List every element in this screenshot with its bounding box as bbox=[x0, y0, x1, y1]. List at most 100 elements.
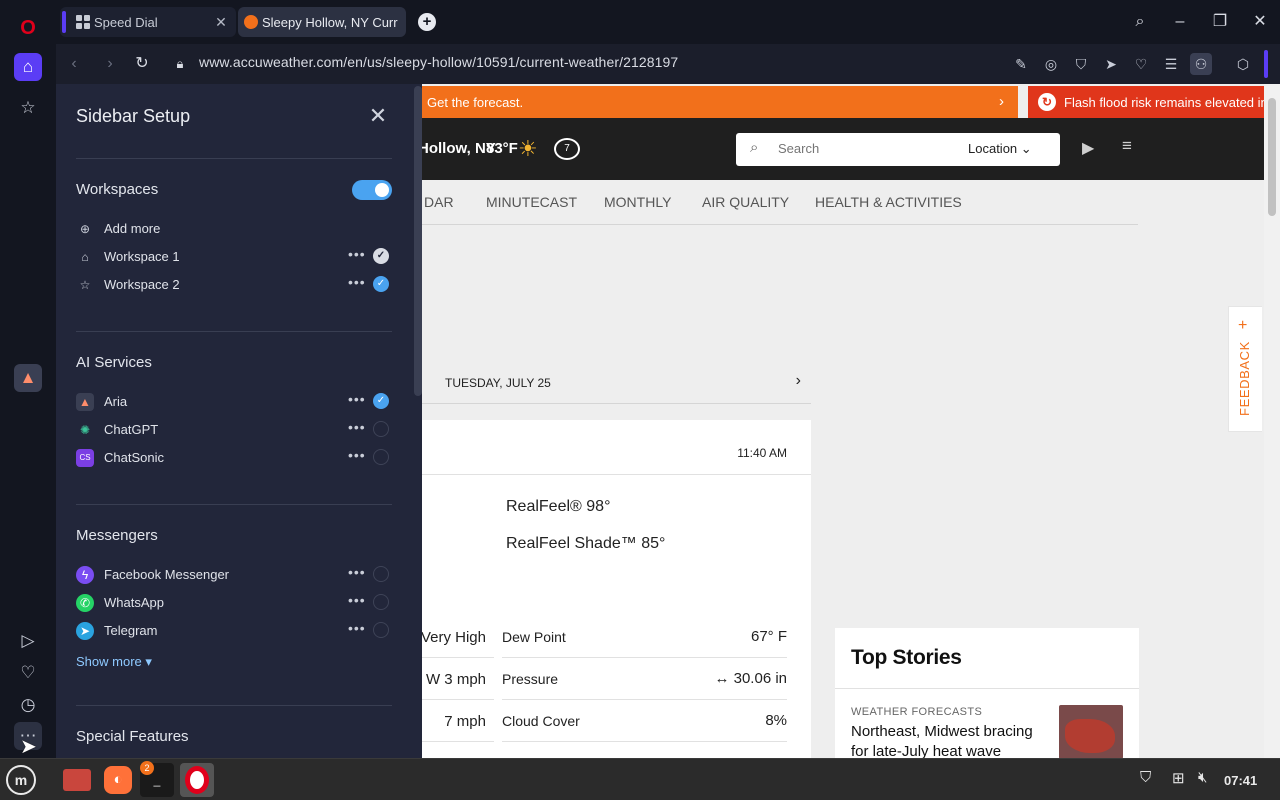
bookmarks-heart-icon[interactable]: ♡ bbox=[14, 659, 42, 687]
checkbox-circle[interactable] bbox=[373, 622, 389, 638]
alert-text: Flash flood risk remains elevated in bbox=[1064, 95, 1264, 110]
mint-menu-icon[interactable]: m bbox=[4, 763, 38, 797]
metric-value: ↔ 30.06 in bbox=[714, 670, 787, 687]
checkmark-icon[interactable]: ✓ bbox=[373, 248, 389, 264]
story-headline[interactable]: Northeast, Midwest bracing for late-July… bbox=[851, 722, 1051, 758]
forward-icon[interactable]: › bbox=[98, 52, 122, 76]
add-more-workspace[interactable]: ⊕ Add more bbox=[76, 218, 392, 240]
weather-alert[interactable]: ↻ Flash flood risk remains elevated in bbox=[1028, 86, 1264, 118]
messenger-item[interactable]: ϟ Facebook Messenger ••• bbox=[76, 564, 392, 586]
nav-item-health-activities[interactable]: HEALTH & ACTIVITIES bbox=[815, 194, 962, 210]
panel-scrollbar[interactable] bbox=[414, 86, 422, 396]
search-input[interactable] bbox=[778, 141, 938, 156]
reload-icon[interactable]: ↻ bbox=[130, 52, 154, 76]
ai-service-item[interactable]: CS ChatSonic ••• bbox=[76, 447, 392, 469]
easy-setup-icon[interactable]: ☰ bbox=[1160, 53, 1182, 75]
forecast-banner[interactable]: Get the forecast. › bbox=[422, 86, 1018, 118]
close-icon[interactable]: ✕ bbox=[366, 104, 390, 128]
edit-page-icon[interactable]: ✎ bbox=[1010, 53, 1032, 75]
nav-item-minutecast[interactable]: MINUTECAST bbox=[486, 194, 577, 210]
hamburger-menu-icon[interactable]: ≡ bbox=[1122, 136, 1132, 156]
date-row[interactable]: TUESDAY, JULY 25 › bbox=[422, 362, 811, 404]
checkbox-circle[interactable] bbox=[373, 421, 389, 437]
messenger-label: Facebook Messenger bbox=[104, 567, 230, 582]
metric-row: Dew Point 67° F bbox=[502, 616, 787, 658]
location-name[interactable]: Hollow, NY bbox=[418, 140, 496, 157]
feedback-tab[interactable]: + FEEDBACK bbox=[1228, 306, 1262, 432]
back-icon[interactable]: ‹ bbox=[62, 52, 86, 76]
search-tabs-icon[interactable]: ⌕ bbox=[1128, 10, 1152, 34]
opera-menu-icon[interactable]: O bbox=[14, 14, 42, 42]
clock[interactable]: 07:41 bbox=[1224, 773, 1257, 788]
page-scrollbar[interactable] bbox=[1264, 84, 1280, 758]
nav-item-air-quality[interactable]: AIR QUALITY bbox=[702, 194, 789, 210]
lock-icon[interactable]: 🔒︎ bbox=[168, 52, 192, 76]
nav-item-calendar[interactable]: DAR bbox=[424, 194, 454, 210]
more-dots-icon[interactable]: ••• bbox=[348, 564, 366, 580]
close-window-icon[interactable]: ✕ bbox=[1248, 10, 1272, 34]
video-icon[interactable]: ▶ bbox=[1082, 138, 1094, 158]
telegram-icon: ➤ bbox=[76, 622, 94, 640]
workspace-1-icon[interactable]: ⌂ bbox=[14, 53, 42, 81]
close-tab-icon[interactable]: ✕ bbox=[212, 13, 230, 31]
url-field[interactable]: www.accuweather.com/en/us/sleepy-hollow/… bbox=[199, 54, 678, 70]
divider bbox=[835, 688, 1139, 689]
more-dots-icon[interactable]: ••• bbox=[348, 274, 366, 290]
shield-icon[interactable]: ⛉ bbox=[1070, 53, 1092, 75]
metric-label: Cloud Cover bbox=[502, 713, 580, 729]
shield-tray-icon[interactable]: ⛉ bbox=[1140, 769, 1151, 786]
firefox-icon[interactable]: ◐ bbox=[101, 763, 135, 797]
tab-speed-dial[interactable]: Speed Dial ✕ bbox=[60, 7, 236, 37]
more-dots-icon[interactable]: ••• bbox=[348, 246, 366, 262]
terminal-icon[interactable]: _ 2 bbox=[140, 761, 174, 797]
maximize-icon[interactable]: ❐ bbox=[1208, 10, 1232, 34]
messenger-item[interactable]: ➤ Telegram ••• bbox=[76, 620, 392, 642]
checkbox-circle[interactable] bbox=[373, 449, 389, 465]
workspace-item[interactable]: ⌂ Workspace 1 ••• ✓ bbox=[76, 246, 392, 268]
workspace-item[interactable]: ☆ Workspace 2 ••• ✓ bbox=[76, 274, 392, 296]
messenger-item[interactable]: ✆ WhatsApp ••• bbox=[76, 592, 392, 614]
minimize-icon[interactable]: – bbox=[1168, 10, 1192, 34]
workspace-2-icon[interactable]: ☆ bbox=[14, 94, 42, 122]
checkmark-icon[interactable]: ✓ bbox=[373, 393, 389, 409]
service-label: Aria bbox=[104, 394, 128, 409]
checkbox-circle[interactable] bbox=[373, 566, 389, 582]
file-manager-icon[interactable] bbox=[60, 763, 94, 797]
nav-item-monthly[interactable]: MONTHLY bbox=[604, 194, 671, 210]
tab-accuweather[interactable]: Sleepy Hollow, NY Curr bbox=[238, 7, 406, 37]
checkbox-circle[interactable] bbox=[373, 594, 389, 610]
current-time: 11:40 AM bbox=[737, 446, 787, 460]
more-dots-icon[interactable]: ••• bbox=[348, 447, 366, 463]
show-more-link[interactable]: Show more ▾ bbox=[76, 654, 152, 670]
aria-icon[interactable]: ▲ bbox=[14, 364, 42, 392]
metric-row: Pressure ↔ 30.06 in bbox=[502, 658, 787, 700]
page-scroll-thumb[interactable] bbox=[1268, 98, 1276, 216]
story-thumbnail[interactable] bbox=[1059, 705, 1123, 758]
workspaces-toggle[interactable] bbox=[352, 180, 392, 200]
heart-icon[interactable]: ♡ bbox=[1130, 53, 1152, 75]
metric-label: Dew Point bbox=[502, 629, 566, 645]
extensions-cube-icon[interactable]: ⬡ bbox=[1232, 53, 1254, 75]
more-dots-icon[interactable]: ••• bbox=[348, 391, 366, 407]
more-dots-icon[interactable]: ••• bbox=[348, 620, 366, 636]
profile-icon[interactable]: ⚇ bbox=[1190, 53, 1212, 75]
volume-muted-icon[interactable]: 🔇︎ bbox=[1198, 769, 1207, 786]
snapshot-camera-icon[interactable]: ◎ bbox=[1040, 53, 1062, 75]
ai-service-item[interactable]: ▲ Aria ••• ✓ bbox=[76, 391, 392, 413]
opera-sidebar: O ⌂ ☆ ▲ ▷ ♡ ◷ ⋯ bbox=[0, 0, 56, 758]
send-icon[interactable]: ➤ bbox=[1100, 53, 1122, 75]
history-clock-icon[interactable]: ◷ bbox=[14, 691, 42, 719]
location-dropdown[interactable]: Location ⌄ bbox=[968, 141, 1032, 157]
new-tab-button[interactable]: + bbox=[418, 13, 436, 31]
aria-icon: ▲ bbox=[76, 393, 94, 411]
metric-value: 67° F bbox=[750, 628, 787, 645]
more-dots-icon[interactable]: ••• bbox=[348, 419, 366, 435]
abc7-logo-icon: 7 bbox=[554, 138, 580, 160]
player-icon[interactable]: ▷ bbox=[14, 627, 42, 655]
ai-service-item[interactable]: ✺ ChatGPT ••• bbox=[76, 419, 392, 441]
opera-taskbar-icon[interactable] bbox=[180, 763, 214, 797]
more-dots-icon[interactable]: ••• bbox=[348, 592, 366, 608]
story-category: WEATHER FORECASTS bbox=[851, 706, 983, 718]
checkmark-icon[interactable]: ✓ bbox=[373, 276, 389, 292]
network-icon[interactable]: ⊞ bbox=[1172, 769, 1185, 787]
